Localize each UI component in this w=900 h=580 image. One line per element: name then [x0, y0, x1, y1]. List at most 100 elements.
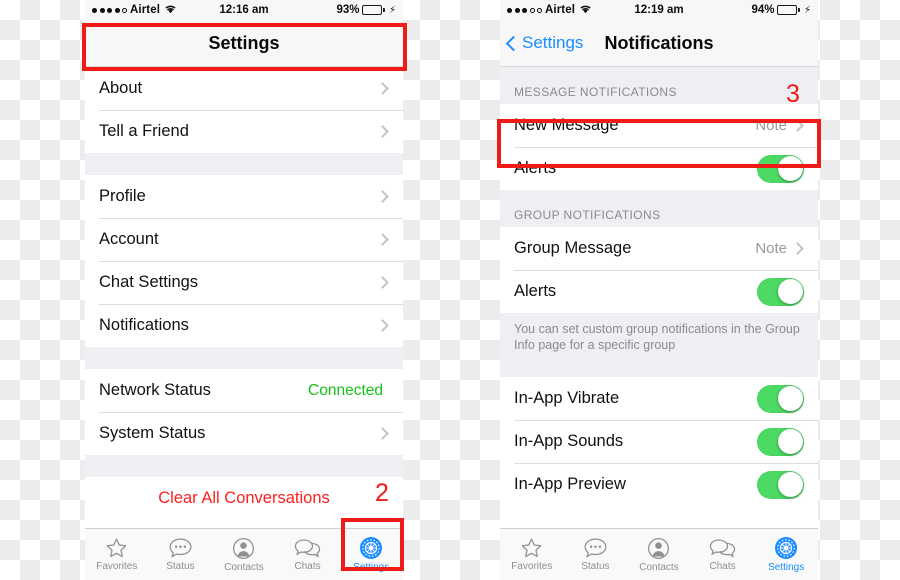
- tab-label: Contacts: [224, 561, 264, 573]
- section-gap: [500, 365, 818, 377]
- back-button-label: Settings: [522, 33, 584, 52]
- status-bar-left-group: Airtel: [507, 4, 634, 17]
- tab-status[interactable]: Status: [564, 529, 628, 580]
- signal-dot: [514, 7, 520, 13]
- tab-label: Status: [581, 561, 610, 572]
- signal-dot: [122, 7, 127, 13]
- gear-icon: [359, 536, 383, 560]
- battery-cap: [383, 8, 385, 12]
- battery-body: [777, 5, 798, 15]
- row-label: Alerts: [514, 159, 557, 177]
- settings-group-2: Profile Account Chat Settings Notificati…: [85, 175, 403, 347]
- row-in-app-preview: In-App Preview: [500, 463, 818, 506]
- tabbar-left: Favorites Status Contacts Chats Settings: [85, 528, 403, 580]
- row-label: Account: [99, 230, 159, 248]
- phone-screen-settings: Airtel 12:16 am 93% ⚡ Settings About Tel…: [85, 0, 403, 580]
- signal-dot: [537, 7, 542, 13]
- tab-chats[interactable]: Chats: [691, 529, 755, 580]
- in-app-preview-toggle[interactable]: [757, 470, 804, 499]
- group-notifications-footnote: You can set custom group notifications i…: [500, 313, 818, 365]
- annotation-step-3: 3: [786, 80, 800, 108]
- tab-label: Contacts: [639, 561, 679, 573]
- tab-settings[interactable]: Settings: [339, 529, 403, 580]
- tab-favorites[interactable]: Favorites: [85, 529, 149, 580]
- signal-dot: [92, 7, 97, 13]
- tab-label: Chats: [709, 561, 736, 572]
- toggle-knob: [778, 386, 803, 411]
- wifi-icon: [164, 4, 177, 17]
- row-network-status[interactable]: Network Status Connected: [85, 369, 403, 412]
- settings-group-1: About Tell a Friend: [85, 67, 403, 153]
- tab-contacts[interactable]: Contacts: [627, 529, 691, 580]
- row-label: New Message: [514, 116, 619, 134]
- battery-icon: [777, 5, 800, 15]
- battery-body: [362, 5, 383, 15]
- section-header-group-notifications: GROUP NOTIFICATIONS: [500, 190, 818, 227]
- contact-person-icon: [232, 537, 255, 560]
- row-profile[interactable]: Profile: [85, 175, 403, 218]
- section-group-notifications: Group Message Note Alerts: [500, 227, 818, 313]
- chevron-right-icon: [376, 427, 389, 440]
- signal-dot: [99, 7, 105, 13]
- row-in-app-sounds: In-App Sounds: [500, 420, 818, 463]
- back-button[interactable]: Settings: [505, 33, 584, 53]
- row-account[interactable]: Account: [85, 218, 403, 261]
- row-label: Alerts: [514, 282, 557, 300]
- row-chat-settings[interactable]: Chat Settings: [85, 261, 403, 304]
- row-label: In-App Sounds: [514, 432, 624, 450]
- row-in-app-vibrate: In-App Vibrate: [500, 377, 818, 420]
- page-title: Notifications: [604, 32, 714, 53]
- row-label: In-App Preview: [514, 475, 626, 493]
- tab-label: Favorites: [511, 561, 553, 572]
- toggle-knob: [778, 279, 803, 304]
- battery-percent-label: 94%: [751, 4, 775, 16]
- wifi-icon: [579, 4, 592, 17]
- row-tell-a-friend[interactable]: Tell a Friend: [85, 110, 403, 153]
- alerts-toggle[interactable]: [757, 154, 804, 183]
- row-label: Notifications: [99, 316, 189, 334]
- row-about[interactable]: About: [85, 67, 403, 110]
- star-icon: [520, 537, 543, 559]
- tab-contacts[interactable]: Contacts: [212, 529, 276, 580]
- network-status-value: Connected: [308, 381, 383, 399]
- status-bar-left-group: Airtel: [92, 4, 219, 17]
- signal-dot: [107, 7, 112, 13]
- chevron-left-icon: [505, 35, 522, 51]
- row-label: System Status: [99, 424, 206, 442]
- row-notifications[interactable]: Notifications: [85, 304, 403, 347]
- row-system-status[interactable]: System Status: [85, 412, 403, 455]
- row-alerts-group: Alerts: [500, 270, 818, 313]
- chevron-right-icon: [376, 276, 389, 289]
- row-new-message[interactable]: New Message Note: [500, 104, 818, 147]
- row-label: Network Status: [99, 381, 211, 399]
- clear-all-conversations-button[interactable]: Clear All Conversations: [85, 477, 403, 520]
- lightning-bolt-icon: ⚡: [803, 4, 812, 16]
- toggle-knob: [778, 429, 803, 454]
- row-label: About: [99, 79, 143, 97]
- settings-group-4: Clear All Conversations: [85, 477, 403, 520]
- chevron-right-icon: [376, 319, 389, 332]
- tab-chats[interactable]: Chats: [276, 529, 340, 580]
- navbar-left: Settings: [85, 20, 403, 67]
- in-app-sounds-toggle[interactable]: [757, 427, 804, 456]
- section-header-message-notifications: MESSAGE NOTIFICATIONS: [500, 67, 818, 104]
- row-group-message[interactable]: Group Message Note: [500, 227, 818, 270]
- status-bar-clock: 12:19 am: [634, 4, 684, 16]
- phone-screen-notifications: Airtel 12:19 am 94% ⚡ Settings Notificat…: [500, 0, 818, 580]
- status-bar-right: Airtel 12:19 am 94% ⚡: [500, 0, 818, 20]
- tab-label: Settings: [768, 562, 805, 573]
- toggle-knob: [778, 156, 803, 181]
- tab-settings[interactable]: Settings: [754, 529, 818, 580]
- row-alerts-message: Alerts: [500, 147, 818, 190]
- tab-favorites[interactable]: Favorites: [500, 529, 564, 580]
- annotation-step-2: 2: [375, 479, 389, 507]
- toggle-knob: [778, 472, 803, 497]
- status-bar-clock: 12:16 am: [219, 4, 269, 16]
- carrier-name: Airtel: [130, 4, 160, 16]
- section-message-notifications: New Message Note Alerts: [500, 104, 818, 190]
- alerts-toggle[interactable]: [757, 277, 804, 306]
- signal-dot: [529, 7, 535, 13]
- chevron-right-icon: [376, 82, 389, 95]
- tab-status[interactable]: Status: [149, 529, 213, 580]
- in-app-vibrate-toggle[interactable]: [757, 384, 804, 413]
